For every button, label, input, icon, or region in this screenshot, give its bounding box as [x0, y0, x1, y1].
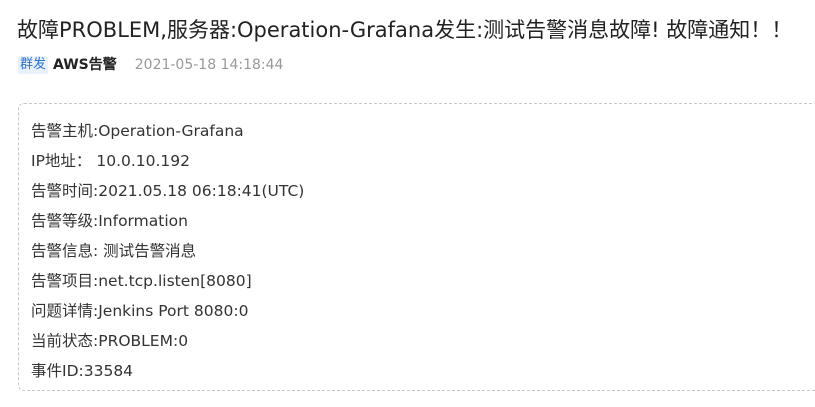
- broadcast-tag: 群发: [18, 56, 49, 74]
- sender-name[interactable]: AWS告警: [53, 56, 117, 74]
- alert-detail-list: 告警主机:Operation-Grafana IP地址： 10.0.10.192…: [31, 116, 304, 386]
- message-title: 故障PROBLEM,服务器:Operation-Grafana发生:测试告警消息…: [17, 18, 793, 42]
- alert-host-line: 告警主机:Operation-Grafana: [31, 122, 244, 140]
- alert-item-line: 告警项目:net.tcp.listen[8080]: [31, 272, 252, 290]
- current-status-line: 当前状态:PROBLEM:0: [31, 332, 189, 350]
- message-body-card: 告警主机:Operation-Grafana IP地址： 10.0.10.192…: [18, 103, 815, 391]
- alert-level-line: 告警等级:Information: [31, 212, 188, 230]
- problem-detail-line: 问题详情:Jenkins Port 8080:0: [31, 302, 249, 320]
- message-meta: 群发 AWS告警 2021-05-18 14:18:44: [18, 55, 283, 75]
- ip-address-line: IP地址： 10.0.10.192: [31, 152, 191, 170]
- alert-time-line: 告警时间:2021.05.18 06:18:41(UTC): [31, 182, 305, 200]
- message-timestamp: 2021-05-18 14:18:44: [134, 57, 284, 73]
- event-id-line: 事件ID:33584: [31, 362, 134, 380]
- alert-info-line: 告警信息: 测试告警消息: [31, 242, 197, 260]
